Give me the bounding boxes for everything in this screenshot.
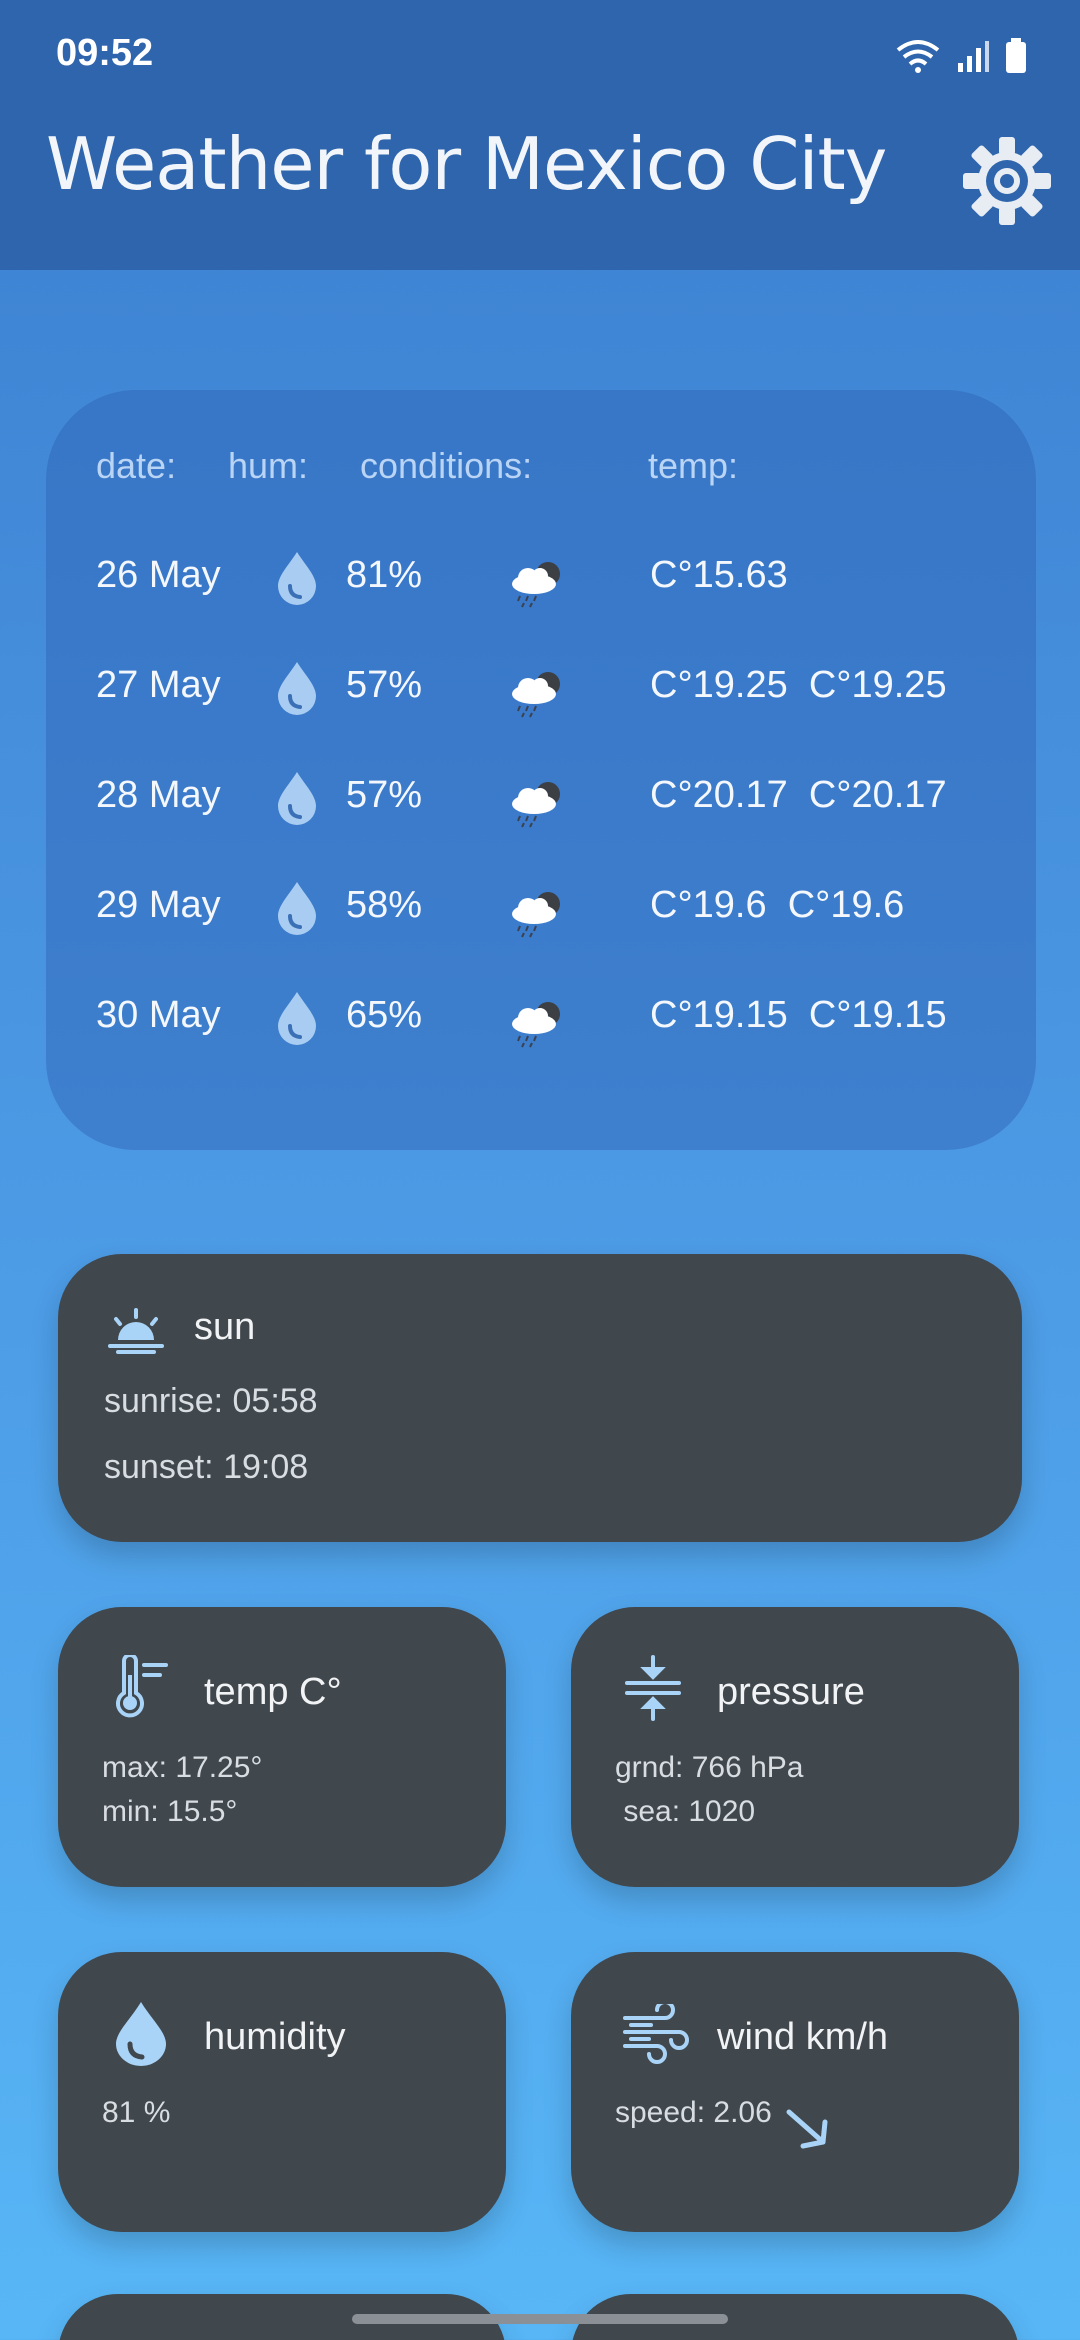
cloud-rain-icon <box>506 558 566 618</box>
humidity-drop-icon <box>274 660 320 726</box>
forecast-temp: C°15.63 <box>650 554 788 596</box>
forecast-date: 30 May <box>96 994 221 1036</box>
humidity-value: 81 % <box>102 2096 171 2129</box>
humidity-title: humidity <box>204 2016 346 2058</box>
forecast-temp: C°19.15 C°19.15 <box>650 994 947 1036</box>
forecast-date: 28 May <box>96 774 221 816</box>
temp-title: temp C° <box>204 1671 342 1713</box>
status-icons <box>894 36 1028 76</box>
forecast-humidity: 65% <box>346 994 423 1036</box>
forecast-date: 26 May <box>96 554 221 596</box>
humidity-drop-icon <box>274 990 320 1056</box>
settings-button[interactable] <box>952 126 1062 236</box>
wifi-icon <box>896 40 940 73</box>
forecast-humidity: 81% <box>346 554 423 596</box>
header-conditions: conditions: <box>360 445 533 486</box>
wind-icon <box>621 2000 691 2068</box>
battery-icon <box>1006 38 1026 73</box>
pressure-card: pressure grnd: 766 hPa sea: 1020 <box>571 1607 1019 1887</box>
header-temp: temp: <box>648 445 739 486</box>
sun-title: sun <box>194 1306 256 1348</box>
pressure-ground: grnd: 766 hPa <box>615 1751 804 1784</box>
temp-min: min: 15.5° <box>102 1795 238 1828</box>
wind-title: wind km/h <box>717 2016 889 2058</box>
forecast-humidity: 57% <box>346 774 423 816</box>
status-bar: 09:52 <box>0 0 1080 110</box>
temp-card: temp C° max: 17.25° min: 15.5° <box>58 1607 506 1887</box>
forecast-row: 30 May 65% C°19.15 C°19.15 <box>46 980 1036 1060</box>
wind-card: wind km/h speed: 2.06 <box>571 1952 1019 2232</box>
gear-icon <box>963 137 1051 225</box>
sun-card: sun sunrise: 05:58 sunset: 19:08 <box>58 1254 1022 1542</box>
humidity-drop-icon <box>274 880 320 946</box>
pressure-compress-icon <box>623 1655 683 1725</box>
forecast-row: 28 May 57% C°20.17 C°20.17 <box>46 760 1036 840</box>
forecast-row: 29 May 58% C°19.6 C°19.6 <box>46 870 1036 950</box>
forecast-date: 29 May <box>96 884 221 926</box>
header-hum: hum: <box>228 445 309 486</box>
wind-speed: speed: 2.06 <box>615 2096 772 2129</box>
sunrise-icon <box>106 1306 166 1358</box>
forecast-temp: C°19.6 C°19.6 <box>650 884 905 926</box>
humidity-card: humidity 81 % <box>58 1952 506 2232</box>
app-bar: Weather for Mexico City <box>0 110 1080 270</box>
sunset-time: sunset: 19:08 <box>104 1448 309 1486</box>
home-indicator[interactable] <box>352 2314 728 2324</box>
cloud-rain-icon <box>506 888 566 948</box>
cloud-rain-icon <box>506 778 566 838</box>
forecast-temp: C°20.17 C°20.17 <box>650 774 947 816</box>
humidity-drop-icon <box>274 770 320 836</box>
header-date: date: <box>96 445 177 486</box>
pressure-title: pressure <box>717 1671 865 1713</box>
cloud-rain-icon <box>506 668 566 728</box>
pressure-sea: sea: 1020 <box>615 1795 756 1828</box>
humidity-drop-icon <box>112 2000 170 2070</box>
status-time: 09:52 <box>56 32 154 74</box>
cloud-rain-icon <box>506 998 566 1058</box>
forecast-temp: C°19.25 C°19.25 <box>650 664 947 706</box>
thermometer-icon <box>108 1653 174 1725</box>
sunrise-time: sunrise: 05:58 <box>104 1382 318 1420</box>
forecast-humidity: 57% <box>346 664 423 706</box>
forecast-card: date: hum: conditions: temp: 26 May 81% … <box>46 390 1036 1150</box>
signal-icon <box>958 41 989 72</box>
temp-max: max: 17.25° <box>102 1751 263 1784</box>
humidity-drop-icon <box>274 550 320 616</box>
forecast-row: 26 May 81% C°15.63 <box>46 540 1036 620</box>
forecast-humidity: 58% <box>346 884 423 926</box>
wind-direction-arrow-icon <box>781 2102 835 2160</box>
forecast-row: 27 May 57% C°19.25 C°19.25 <box>46 650 1036 730</box>
page-title: Weather for Mexico City <box>46 122 887 206</box>
forecast-date: 27 May <box>96 664 221 706</box>
